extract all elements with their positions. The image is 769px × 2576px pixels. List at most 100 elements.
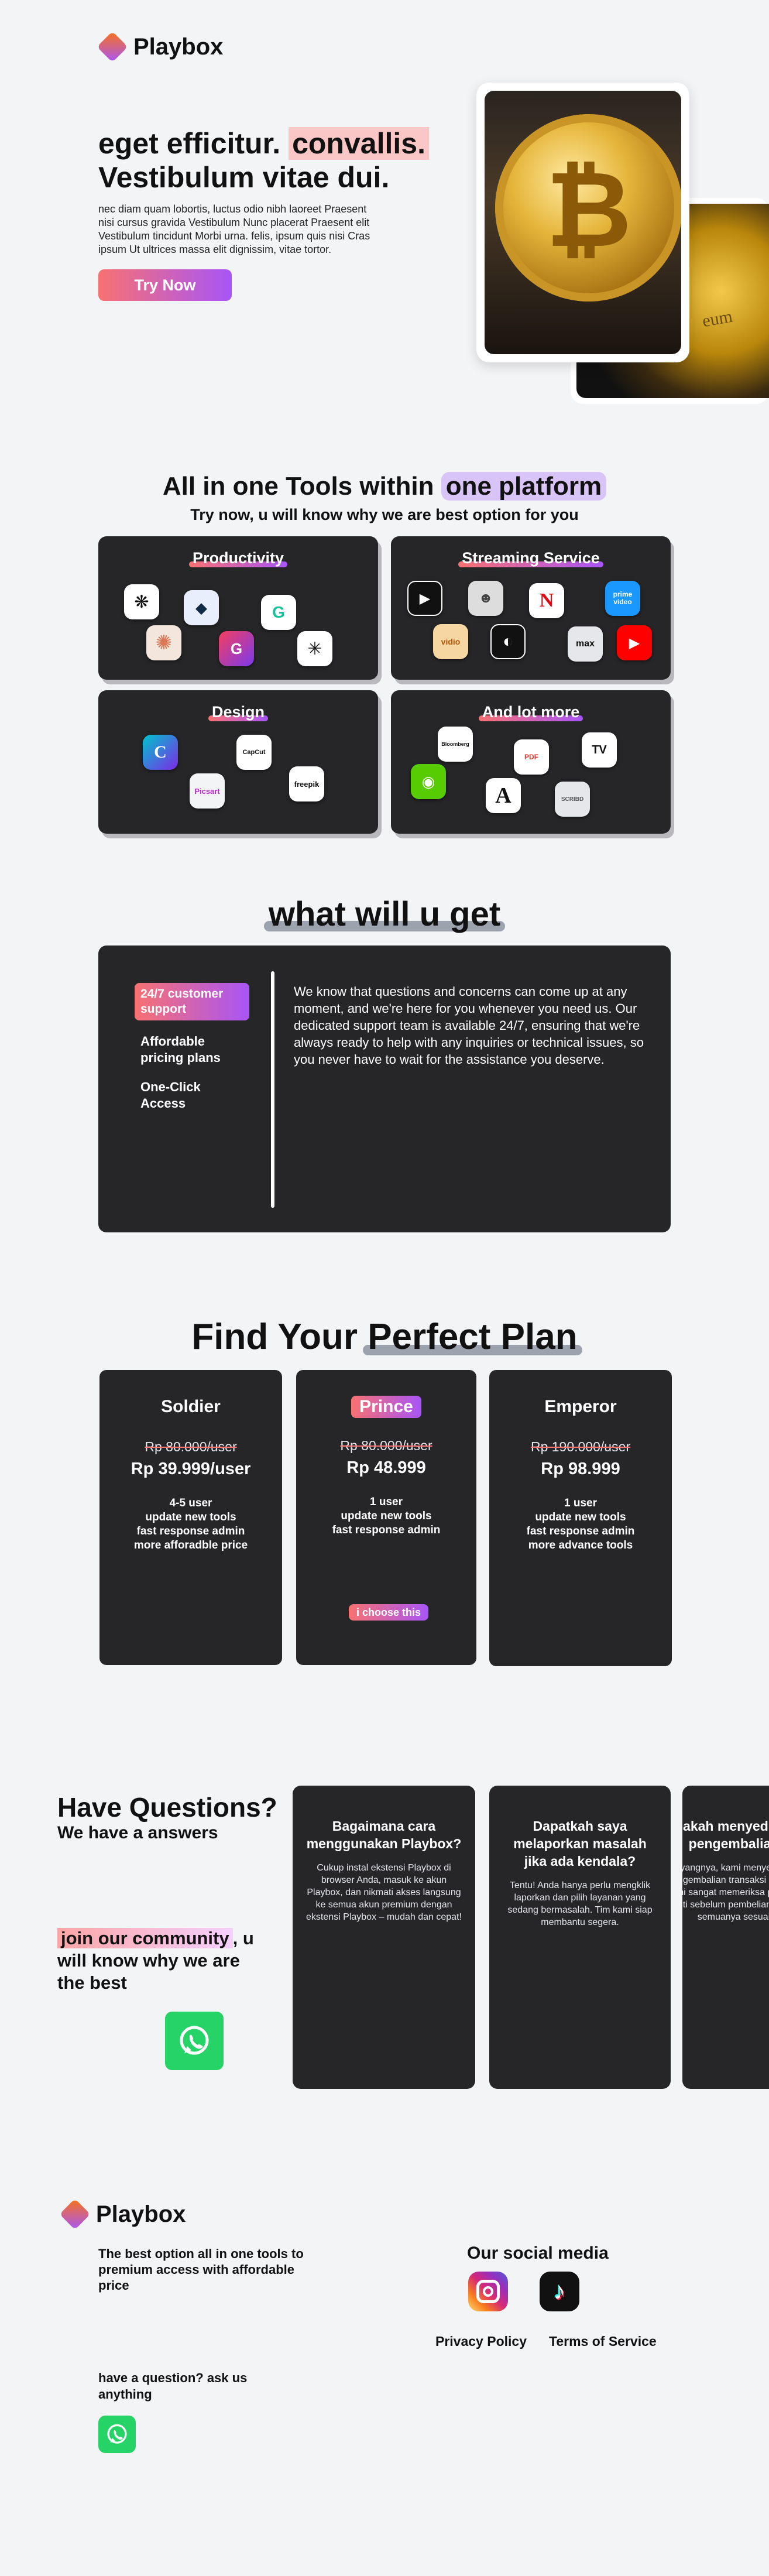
netflix-icon: N (529, 583, 564, 618)
faq-answer: Sayangnya, kami menyediakan pengembalian… (682, 1863, 769, 1922)
plan-old-price: Rp 190.000/user (530, 1439, 631, 1454)
social-title: Our social media (467, 2243, 609, 2263)
hero-heading-part-a: eget efficitur. (98, 127, 289, 160)
footer-ask: have a question? ask us anything (98, 2371, 248, 2402)
tools-card-title: Productivity (188, 549, 288, 567)
plans-title-a: Find Your (191, 1317, 368, 1357)
freepik-icon: freepik (289, 766, 324, 801)
footer-brand-name: Playbox (96, 2201, 186, 2227)
benefit-description: We know that questions and concerns can … (294, 984, 644, 1067)
faq-question: Apakah menyediakan pengembalian (682, 1818, 769, 1851)
duolingo-icon: ◉ (411, 764, 446, 799)
plan-card-soldier[interactable]: Soldier Rp 80.000/user Rp 39.999/user 4-… (99, 1370, 282, 1665)
wetv-icon: ◐ (490, 624, 526, 659)
terms-of-service-link[interactable]: Terms of Service (549, 2334, 657, 2349)
logo-mark-icon (59, 2198, 91, 2230)
picsart-icon: Picsart (190, 773, 225, 809)
brand-name: Playbox (133, 33, 224, 60)
plans-title: Find Your Perfect Plan (0, 1316, 769, 1358)
scribd-icon: SCRIBD (555, 782, 590, 817)
footer-tagline: The best option all in one tools to prem… (98, 2246, 304, 2293)
tools-card-title: And lot more (478, 703, 583, 721)
capcut-icon: CapCut (236, 735, 272, 770)
plan-feature: fast response admin (526, 1525, 635, 1537)
tools-card-more[interactable]: And lot more Bloomberg PDF TV ◉ A SCRIBD (391, 690, 671, 834)
header-logo[interactable]: Playbox (97, 31, 224, 63)
footer-whatsapp-button[interactable] (98, 2416, 136, 2453)
plan-feature: 1 user (370, 1496, 403, 1508)
tiktok-icon: ♪ (554, 2278, 565, 2304)
academia-icon: A (486, 778, 521, 813)
choose-plan-button[interactable]: i choose this (349, 1604, 428, 1621)
tools-subtitle: Try now, u will know why we are best opt… (190, 506, 579, 523)
tools-card-productivity[interactable]: Productivity ❋ ◆ G ✺ G ✳ (98, 536, 378, 680)
faq-question: Dapatkah saya melaporkan masalah jika ad… (513, 1818, 647, 1869)
tools-title-highlight: one platform (441, 472, 607, 501)
tools-card-design[interactable]: Design C CapCut Picsart freepik (98, 690, 378, 834)
tools-card-streaming[interactable]: Streaming Service ▶ ☻ N prime video vidi… (391, 536, 671, 680)
benefits-title-text: what will u get (263, 895, 506, 933)
claude-icon: ✺ (146, 625, 181, 660)
faq-card-1[interactable]: Bagaimana cara menggunakan Playbox? Cuku… (293, 1786, 475, 2089)
community-link[interactable]: join our community (57, 1928, 233, 1948)
plan-feature: update new tools (535, 1511, 626, 1523)
whatsapp-icon (180, 2026, 209, 2055)
plans-title-highlight: Perfect Plan (363, 1317, 582, 1357)
canva-icon: C (143, 735, 178, 770)
benefit-tab-access[interactable]: One-Click Access (140, 1079, 228, 1112)
hero-heading: eget efficitur. convallis. Vestibulum vi… (98, 126, 461, 194)
footer-logo[interactable]: Playbox (59, 2198, 186, 2230)
benefit-tab-support[interactable]: 24/7 customer support (135, 983, 249, 1020)
grammarly-icon: G (261, 595, 296, 630)
plan-feature: more advance tools (528, 1539, 633, 1551)
coin-engraving: eum (701, 306, 734, 331)
plan-card-prince[interactable]: Prince Rp 80.000/user Rp 48.999 1 user u… (296, 1370, 476, 1665)
plan-feature: update new tools (341, 1510, 432, 1522)
benefits-divider (271, 971, 274, 1208)
plan-feature: more afforadble price (133, 1539, 248, 1551)
faq-answer: Tentu! Anda hanya perlu mengklik laporka… (507, 1880, 653, 1927)
plan-name: Prince (351, 1396, 421, 1418)
bitcoin-symbol-icon: ₿ (545, 151, 632, 269)
hero-body: nec diam quam lobortis, luctus odio nibh… (98, 203, 370, 255)
plan-feature: 4-5 user (169, 1497, 212, 1509)
whatsapp-icon (107, 2424, 127, 2444)
crunchyroll-icon: ☻ (468, 581, 503, 616)
max-icon: max (568, 626, 603, 662)
tradingview-icon: TV (582, 732, 617, 768)
benefit-tab-pricing[interactable]: Affordable pricing plans (140, 1033, 246, 1066)
plan-name: Emperor (544, 1397, 617, 1416)
plan-name: Soldier (161, 1397, 221, 1416)
plan-price: Rp 98.999 (541, 1460, 620, 1478)
youtube-icon: ▶ (617, 625, 652, 660)
deepl-icon: ◆ (184, 590, 219, 625)
faq-question: Bagaimana cara menggunakan Playbox? (306, 1818, 462, 1851)
bitcoin-coin: ₿ (495, 114, 681, 302)
plan-feature: update new tools (145, 1511, 236, 1523)
questions-title: Have Questions? (57, 1792, 277, 1823)
hero-heading-highlight: convallis. (289, 127, 429, 160)
plan-feature: fast response admin (332, 1524, 441, 1536)
tiktok-button[interactable]: ♪ (540, 2272, 579, 2311)
logo-mark-icon (97, 31, 128, 63)
bloomberg-icon: Bloomberg (438, 727, 473, 762)
benefits-title: what will u get (0, 895, 769, 934)
hero-image-card-front: ₿ (476, 83, 689, 362)
plan-price: Rp 48.999 (346, 1458, 426, 1477)
faq-card-2[interactable]: Dapatkah saya melaporkan masalah jika ad… (489, 1786, 671, 2089)
try-now-button[interactable]: Try Now (98, 269, 232, 301)
plan-feature: fast response admin (136, 1525, 245, 1537)
faq-answer: Cukup instal ekstensi Playbox di browser… (306, 1863, 462, 1922)
tools-card-title: Streaming Service (458, 549, 603, 567)
vidio-icon: vidio (433, 624, 468, 659)
apple-tv-icon: ▶ (407, 581, 442, 616)
bitcoin-coin-image: ₿ (485, 91, 681, 354)
privacy-policy-link[interactable]: Privacy Policy (435, 2334, 527, 2349)
faq-card-3[interactable]: Apakah menyediakan pengembalian Sayangny… (682, 1786, 769, 2089)
instagram-button[interactable] (468, 2272, 508, 2311)
whatsapp-button[interactable] (165, 2012, 224, 2070)
page: Playbox eget efficitur. convallis. Vesti… (0, 0, 769, 2576)
tools-title-a: All in one Tools within (162, 472, 441, 501)
plan-card-emperor[interactable]: Emperor Rp 190.000/user Rp 98.999 1 user… (489, 1370, 672, 1666)
questions-subtitle: We have a answers (57, 1823, 218, 1842)
